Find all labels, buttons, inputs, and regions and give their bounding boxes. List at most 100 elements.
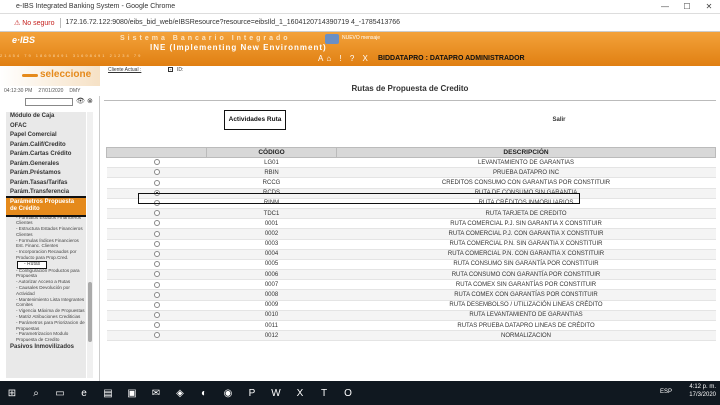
menu-scrollbar[interactable] bbox=[87, 112, 93, 378]
table-row[interactable]: 0011 RUTAS PRUEBA DATAPRO LINEAS DE CRÉDI… bbox=[106, 320, 716, 332]
excel-icon[interactable]: X bbox=[288, 383, 312, 403]
row-radio-button[interactable] bbox=[153, 261, 160, 268]
row-radio-button[interactable] bbox=[153, 159, 160, 166]
table-row[interactable]: RINM RUTA CRÉDITOS INMOBILIARIOS bbox=[106, 198, 716, 209]
table-row[interactable]: 0005 RUTA CONSUMO SIN GARANTÍA POR CONSTI… bbox=[106, 259, 716, 271]
table-row[interactable]: 0004 RUTA COMERCIAL P.N. CON GARANTIA X C… bbox=[106, 249, 716, 260]
row-radio-cell[interactable] bbox=[106, 289, 207, 301]
menu-item[interactable]: Pasivos Inmovilizados bbox=[6, 343, 86, 353]
table-row[interactable]: 0006 RUTA CONSUMO CON GARANTÍA POR CONSTI… bbox=[106, 269, 716, 281]
row-radio-button[interactable] bbox=[153, 200, 160, 207]
menu-subitem[interactable]: - Causales Devolución por Actividad bbox=[6, 285, 86, 297]
menu-item[interactable]: Parám.Cartas Crédito bbox=[6, 150, 86, 160]
menu-item[interactable]: Parám.Generales bbox=[6, 160, 86, 170]
cliente-actual-link[interactable]: Cliente Actual : bbox=[108, 67, 141, 73]
actividades-ruta-button[interactable]: Actividades Ruta bbox=[224, 110, 286, 130]
row-radio-cell[interactable] bbox=[106, 177, 207, 189]
vpn-icon[interactable]: ◈ bbox=[168, 383, 192, 403]
row-radio-button[interactable] bbox=[153, 240, 160, 247]
row-radio-cell[interactable] bbox=[106, 218, 207, 230]
menu-subitem[interactable]: - Incorporacion Recaudos por Producto pa… bbox=[6, 249, 86, 261]
menu-subitem-rutas[interactable]: - Rutas bbox=[6, 260, 86, 269]
row-radio-button[interactable] bbox=[153, 220, 160, 227]
powerpoint-icon[interactable]: P bbox=[240, 383, 264, 403]
url-text[interactable]: 172.16.72.122:9080/eibs_bid_web/eIBSReso… bbox=[66, 19, 401, 26]
row-radio-button[interactable] bbox=[153, 230, 160, 237]
clock[interactable]: 4:12 p. m. 17/3/2020 bbox=[689, 383, 716, 399]
table-row[interactable]: 0012 NORMALIZACION bbox=[106, 330, 716, 342]
maximize-button[interactable]: ☐ bbox=[676, 0, 698, 14]
search-icon[interactable]: ⌕ bbox=[24, 383, 48, 403]
row-radio-cell[interactable] bbox=[106, 269, 207, 281]
outlook-icon[interactable]: O bbox=[336, 383, 360, 403]
store-icon[interactable]: ▣ bbox=[120, 383, 144, 403]
row-radio-cell[interactable] bbox=[106, 330, 207, 342]
table-row[interactable]: 0001 RUTA COMERCIAL P.J. SIN GARANTIA X C… bbox=[106, 218, 716, 230]
menu-subitem[interactable]: - Formulas Índices Financieros Est. Fina… bbox=[6, 238, 86, 250]
row-radio-cell[interactable] bbox=[106, 208, 207, 220]
row-radio-button[interactable] bbox=[153, 312, 160, 319]
row-radio-button[interactable] bbox=[153, 210, 160, 217]
menu-item[interactable]: Parám.Tasas/Tarifas bbox=[6, 179, 86, 189]
table-row[interactable]: 0010 RUTA LEVANTAMIENTO DE GARANTIAS bbox=[106, 310, 716, 322]
banner-action-icons[interactable]: A⌂ ! ? X bbox=[318, 54, 371, 63]
task-view-icon[interactable]: ▭ bbox=[48, 383, 72, 403]
menu-subitem[interactable]: - Configuración Productos para Propuesta bbox=[6, 268, 86, 280]
eye-icon[interactable]: 👁 bbox=[76, 97, 85, 105]
explorer-icon[interactable]: ▤ bbox=[96, 383, 120, 403]
app-icon[interactable]: ◐ bbox=[192, 383, 216, 403]
clear-icon[interactable]: ⊗ bbox=[87, 97, 93, 105]
row-radio-cell[interactable] bbox=[106, 300, 207, 311]
menu-search-input[interactable] bbox=[25, 98, 73, 106]
new-message-label[interactable]: NUEVO mensaje bbox=[342, 35, 380, 41]
teams-icon[interactable]: T bbox=[312, 383, 336, 403]
menu-subitem[interactable]: - Mantenimiento Lista Integrantes Comite… bbox=[6, 297, 86, 309]
row-radio-button[interactable] bbox=[153, 332, 160, 339]
row-radio-cell[interactable] bbox=[106, 279, 207, 291]
table-row[interactable]: 0003 RUTA COMERCIAL P.N. SIN GARANTIA X C… bbox=[106, 239, 716, 250]
minimize-button[interactable]: — bbox=[654, 0, 676, 14]
address-bar[interactable]: ⚠ No seguro 172.16.72.122:9080/eibs_bid_… bbox=[0, 14, 720, 32]
row-radio-cell[interactable] bbox=[106, 198, 207, 209]
row-radio-button[interactable] bbox=[153, 169, 160, 176]
not-secure-indicator[interactable]: ⚠ No seguro bbox=[14, 19, 55, 27]
close-button[interactable]: ✕ bbox=[698, 0, 720, 14]
row-radio-button[interactable] bbox=[153, 322, 160, 329]
row-radio-cell[interactable] bbox=[106, 249, 207, 260]
menu-item[interactable]: Papel Comercial bbox=[6, 131, 86, 141]
row-radio-button[interactable] bbox=[153, 250, 160, 257]
expand-box-icon[interactable]: + bbox=[168, 67, 173, 72]
row-radio-cell[interactable] bbox=[106, 259, 207, 271]
menu-item[interactable]: Parám.Calif/Credito bbox=[6, 141, 86, 151]
row-radio-cell[interactable] bbox=[106, 188, 207, 199]
row-radio-cell[interactable] bbox=[106, 320, 207, 332]
row-radio-button[interactable] bbox=[153, 291, 160, 298]
edge-icon[interactable]: e bbox=[72, 383, 96, 403]
table-row[interactable]: RBIN PRUEBA DATAPRO INC bbox=[106, 167, 716, 179]
row-radio-button[interactable] bbox=[153, 271, 160, 278]
menu-subitem[interactable]: - Estructura Estados Financieros Cliente… bbox=[6, 226, 86, 238]
menu-item[interactable]: Parám.Transferencia bbox=[6, 188, 86, 198]
row-radio-cell[interactable] bbox=[106, 157, 207, 169]
table-row[interactable]: RCCG CREDITOS CONSUMO CON GARANTIAS POR C… bbox=[106, 177, 716, 189]
new-message-icon[interactable] bbox=[325, 34, 339, 44]
table-row[interactable]: 0002 RUTA COMERCIAL P.J. CON GARANTIA X C… bbox=[106, 228, 716, 240]
row-radio-cell[interactable] bbox=[106, 310, 207, 322]
menu-item[interactable]: OFAC bbox=[6, 122, 86, 132]
start-icon[interactable]: ⊞ bbox=[0, 383, 24, 403]
menu-subitem[interactable]: - Parámetros para Priorizacion de Propue… bbox=[6, 320, 86, 332]
table-row[interactable]: 0009 RUTA DESEMBOLSO / UTILIZACIÓN LINEAS… bbox=[106, 300, 716, 311]
row-radio-cell[interactable] bbox=[106, 228, 207, 240]
menu-item-selected[interactable]: Parámetros Propuesta de Crédito bbox=[6, 195, 86, 217]
row-radio-cell[interactable] bbox=[106, 239, 207, 250]
row-radio-cell[interactable] bbox=[106, 167, 207, 179]
row-radio-button[interactable] bbox=[153, 301, 160, 308]
table-row[interactable]: LG01 LEVANTAMIENTO DE GARANTIAS bbox=[106, 157, 716, 169]
menu-subitem[interactable]: - Matriz Atribuciones Crediticias bbox=[6, 314, 86, 320]
rutas-link[interactable]: - Rutas bbox=[16, 260, 48, 269]
row-radio-button[interactable] bbox=[153, 281, 160, 288]
salir-button[interactable]: Salir bbox=[550, 112, 568, 128]
mail-icon[interactable]: ✉ bbox=[144, 383, 168, 403]
menu-subitem[interactable]: - Parametrizacion Modulo Propuesta de Cr… bbox=[6, 331, 86, 343]
table-row[interactable]: RCDS RUTA DE CONSUMO SIN GARANTIA bbox=[106, 188, 716, 199]
